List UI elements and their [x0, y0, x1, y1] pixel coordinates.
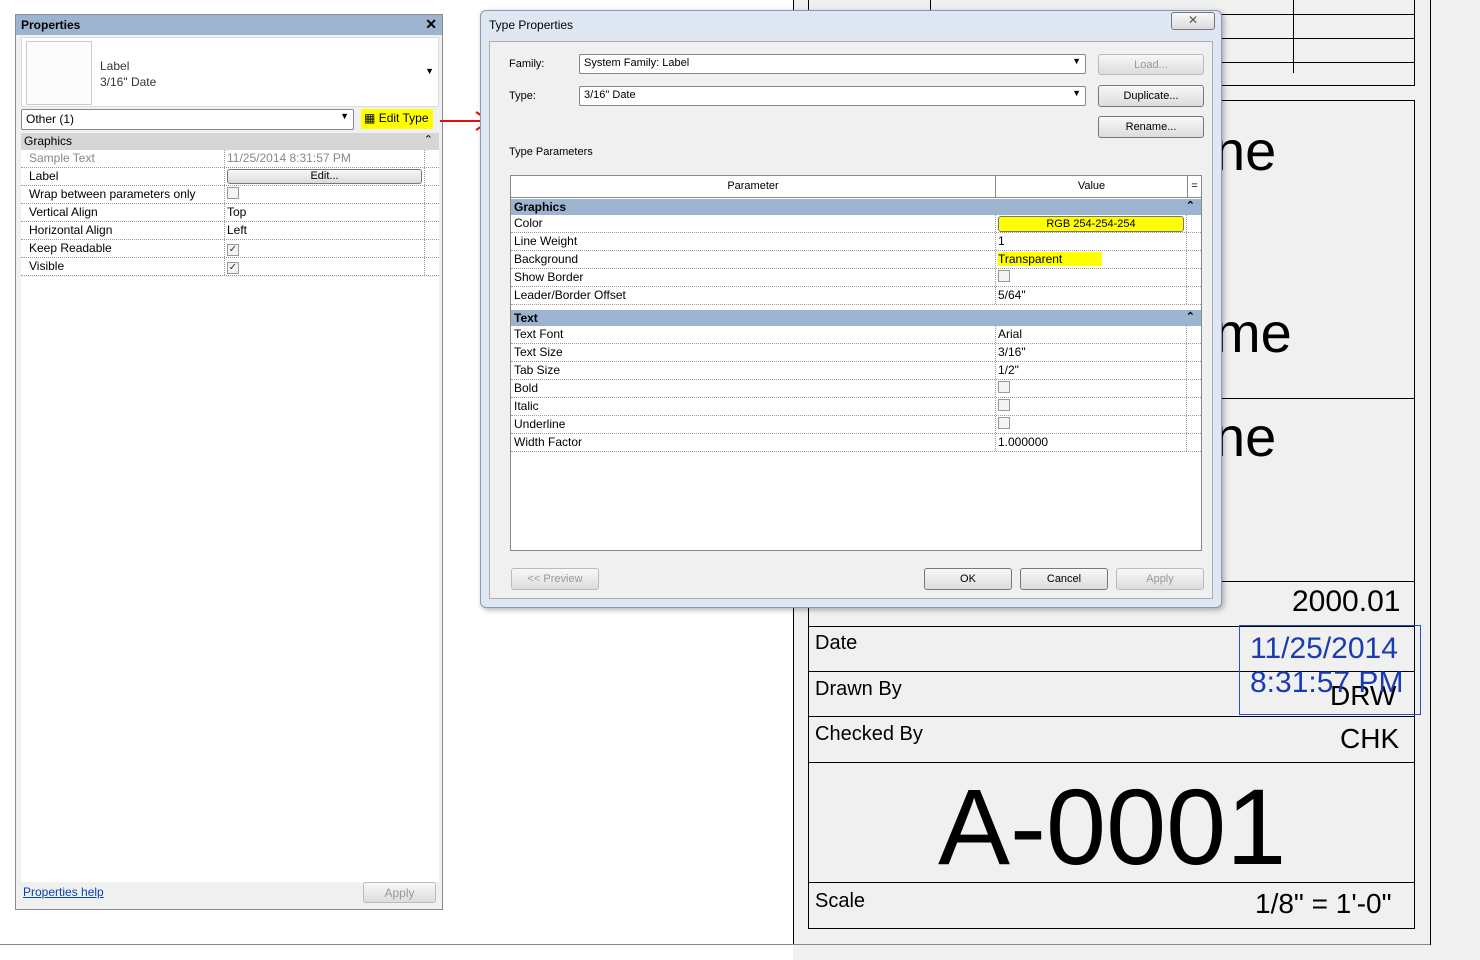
parameter-row: Show Border — [511, 269, 1201, 287]
collapse-icon[interactable]: ⌃ — [1186, 199, 1195, 212]
family-label: Family: — [509, 58, 545, 70]
collapse-icon[interactable]: ⌃ — [424, 133, 433, 146]
properties-palette: Properties ✕ Label 3/16" Date ▼ Other (1) ▼… — [15, 14, 443, 910]
parameter-row: Bold — [511, 380, 1201, 398]
type-parameters-label: Type Parameters — [509, 146, 593, 158]
parameter-row: Underline — [511, 416, 1201, 434]
parameter-row: Text Size 3/16" — [511, 344, 1201, 362]
italic-checkbox[interactable] — [998, 399, 1010, 411]
edit-type-button[interactable]: ▦ Edit Type — [361, 109, 433, 129]
rename-button[interactable]: Rename... — [1098, 116, 1204, 138]
close-icon[interactable]: ✕ — [1171, 12, 1215, 30]
duplicate-button[interactable]: Duplicate... — [1098, 85, 1204, 107]
properties-title: Properties — [21, 18, 81, 32]
time-value: 8:31:57 PM — [1250, 666, 1404, 699]
group-graphics: Graphics — [514, 200, 567, 214]
property-row: Sample Text 11/25/2014 8:31:57 PM — [21, 150, 439, 168]
parameter-row: Italic — [511, 398, 1201, 416]
sheet-border — [1430, 0, 1431, 945]
cancel-button[interactable]: Cancel — [1020, 568, 1108, 590]
parameter-row: Text Font Arial — [511, 326, 1201, 344]
chevron-down-icon: ▼ — [340, 111, 349, 121]
underline-checkbox[interactable] — [998, 417, 1010, 429]
chevron-down-icon: ▼ — [1072, 56, 1081, 66]
column-header-value[interactable]: Value — [996, 176, 1188, 197]
property-row: Visible ✓ — [21, 258, 439, 276]
show-border-checkbox[interactable] — [998, 270, 1010, 282]
sheet-number: A-0001 — [938, 766, 1287, 887]
checked-by-label: Checked By — [815, 723, 923, 745]
color-button[interactable]: RGB 254-254-254 — [998, 216, 1184, 232]
date-value: 11/25/2014 — [1250, 632, 1398, 665]
scale-value: 1/8" = 1'-0" — [1255, 888, 1392, 919]
ok-button[interactable]: OK — [924, 568, 1012, 590]
property-row: Vertical Align Top — [21, 204, 439, 222]
family-dropdown[interactable]: System Family: Label ▼ — [579, 54, 1086, 74]
properties-help-link[interactable]: Properties help — [23, 885, 104, 899]
keep-readable-checkbox[interactable]: ✓ — [227, 244, 239, 256]
sheet-border — [0, 944, 1430, 945]
bold-checkbox[interactable] — [998, 381, 1010, 393]
type-selector[interactable]: Label 3/16" Date ▼ — [21, 37, 439, 107]
property-row: Wrap between parameters only — [21, 186, 439, 204]
checked-by-value: CHK — [1340, 723, 1400, 754]
type-parameters-table: Parameter Value = Graphics ⌃ Color RGB 254-2… — [510, 175, 1202, 551]
load-button[interactable]: Load... — [1098, 54, 1204, 75]
property-row: Horizontal Align Left — [21, 222, 439, 240]
parameter-row: Tab Size 1/2" — [511, 362, 1201, 380]
parameter-row: Line Weight 1 — [511, 233, 1201, 251]
group-graphics: Graphics — [24, 134, 73, 148]
label-edit-button[interactable]: Edit... — [227, 169, 422, 184]
sheet-partial-text: me — [1214, 301, 1292, 364]
properties-empty-area — [21, 277, 439, 882]
type-label: Type: — [509, 90, 536, 102]
sheet-partial-text: ne — [1214, 119, 1277, 182]
chevron-down-icon: ▼ — [1072, 88, 1081, 98]
sheet-partial-text: ne — [1214, 405, 1277, 468]
edit-type-icon: ▦ — [364, 111, 376, 125]
column-header-parameter[interactable]: Parameter — [511, 176, 996, 197]
date-label: Date — [815, 632, 858, 654]
apply-button[interactable]: Apply — [1116, 568, 1204, 590]
type-dropdown[interactable]: 3/16" Date ▼ — [579, 86, 1086, 106]
group-text: Text — [514, 311, 538, 325]
preview-button[interactable]: << Preview — [511, 568, 599, 590]
close-icon[interactable]: ✕ — [425, 16, 437, 33]
property-row: Label Edit... — [21, 168, 439, 186]
properties-apply-button[interactable]: Apply — [363, 882, 436, 903]
wrap-checkbox[interactable] — [227, 187, 239, 199]
scale-label: Scale — [815, 890, 866, 912]
parameter-row: Leader/Border Offset 5/64" — [511, 287, 1201, 305]
parameter-row: Width Factor 1.000000 — [511, 434, 1201, 452]
type-family: Label — [100, 59, 130, 73]
instance-filter-dropdown[interactable]: Other (1) ▼ — [21, 109, 354, 130]
type-thumbnail — [26, 41, 92, 105]
type-properties-dialog: Type Properties ✕ Family: System Family:… — [480, 10, 1222, 608]
equals-icon[interactable]: = — [1188, 176, 1201, 197]
type-name: 3/16" Date — [100, 75, 157, 89]
visible-checkbox[interactable]: ✓ — [227, 262, 239, 274]
project-number: 2000.01 — [1292, 585, 1401, 618]
selected-date-label[interactable]: 11/25/2014 8:31:57 PM — [1239, 625, 1421, 715]
collapse-icon[interactable]: ⌃ — [1186, 310, 1195, 323]
dialog-title: Type Properties — [489, 18, 574, 32]
chevron-down-icon[interactable]: ▼ — [425, 66, 434, 76]
parameter-row: Color RGB 254-254-254 — [511, 215, 1201, 233]
drawn-by-label: Drawn By — [815, 678, 902, 700]
parameter-row: Background Transparent — [511, 251, 1201, 269]
property-row: Keep Readable ✓ — [21, 240, 439, 258]
